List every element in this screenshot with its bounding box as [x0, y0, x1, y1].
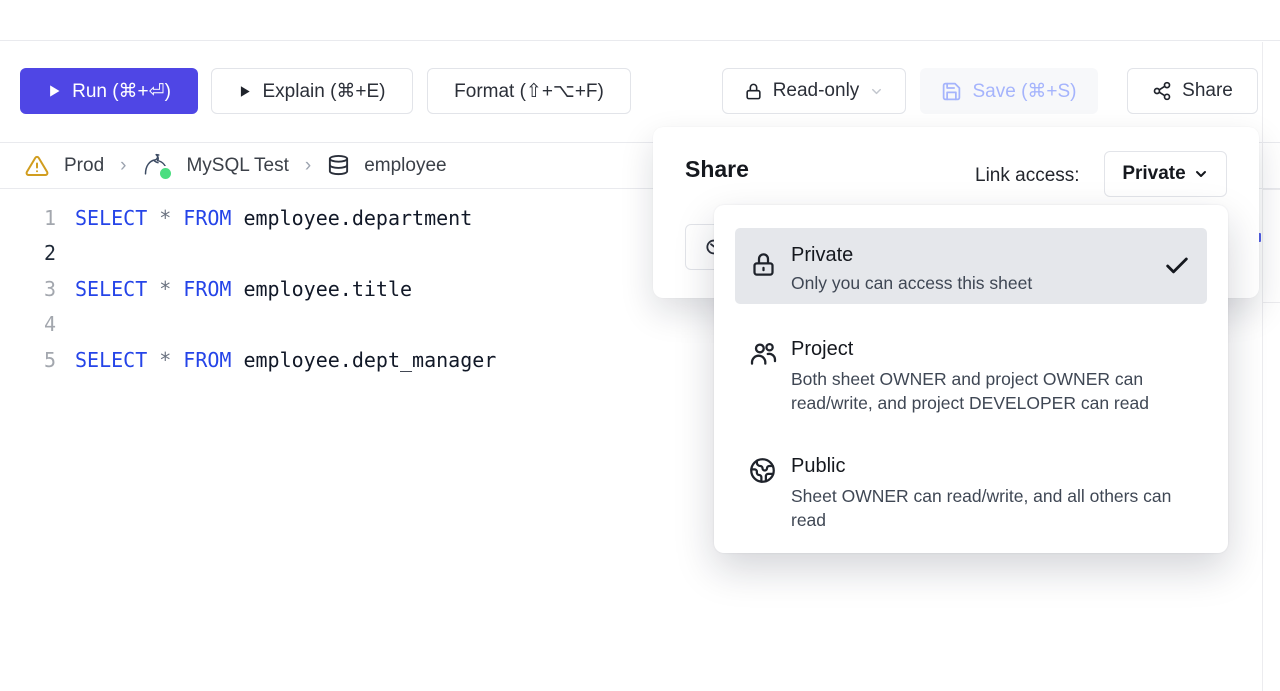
instance-label: MySQL Test: [186, 155, 288, 177]
breadcrumb-item-environment[interactable]: Prod: [24, 154, 104, 178]
right-panel-line: [1262, 189, 1280, 190]
line-number: 4: [0, 307, 56, 342]
explain-button-label: Explain (⌘+E): [262, 80, 385, 103]
instance-status-dot: [158, 166, 173, 181]
option-title: Public: [791, 453, 845, 479]
breadcrumb-separator: ›: [120, 155, 126, 177]
chevron-down-icon: [1193, 166, 1209, 182]
code-line[interactable]: 5 SELECT * FROM employee.dept_manager: [0, 343, 650, 378]
code-line[interactable]: 2: [0, 236, 650, 271]
format-button-label: Format (⇧+⌥+F): [454, 80, 604, 103]
run-button-label: Run (⌘+⏎): [72, 80, 171, 103]
database-label: employee: [364, 155, 446, 177]
code-line[interactable]: 1 SELECT * FROM employee.department: [0, 201, 650, 236]
right-panel-divider: [1262, 42, 1263, 691]
code-line[interactable]: 3 SELECT * FROM employee.title: [0, 272, 650, 307]
floppy-disk-icon: [941, 81, 962, 102]
sql-keyword: FROM: [183, 272, 231, 307]
line-number: 5: [0, 343, 56, 378]
run-button[interactable]: Run (⌘+⏎): [20, 68, 198, 114]
sql-keyword: SELECT: [75, 343, 147, 378]
save-button-label: Save (⌘+S): [972, 80, 1076, 103]
lock-icon: [750, 251, 777, 283]
option-description: Sheet OWNER can read/write, and all othe…: [791, 485, 1201, 532]
explain-button[interactable]: Explain (⌘+E): [211, 68, 413, 114]
menu-option-private[interactable]: Private Only you can access this sheet: [735, 228, 1207, 304]
top-bar: [0, 0, 1280, 41]
link-access-menu: Private Only you can access this sheet P…: [714, 205, 1228, 553]
readonly-label: Read-only: [773, 80, 860, 102]
environment-label: Prod: [64, 155, 104, 177]
menu-option-project[interactable]: Project Both sheet OWNER and project OWN…: [735, 336, 1207, 442]
readonly-mode-dropdown[interactable]: Read-only: [722, 68, 906, 114]
mysql-dolphin-icon: [142, 152, 172, 180]
sql-keyword: FROM: [183, 201, 231, 236]
warning-triangle-icon: [24, 154, 50, 178]
sql-keyword: SELECT: [75, 201, 147, 236]
sql-identifier: employee.department: [243, 201, 472, 236]
option-title: Project: [791, 336, 853, 362]
line-number: 1: [0, 201, 56, 236]
breadcrumb-item-database[interactable]: employee: [327, 154, 446, 177]
sql-star: *: [159, 343, 171, 378]
link-access-label: Link access:: [975, 165, 1080, 187]
lock-icon: [744, 82, 763, 101]
save-button[interactable]: Save (⌘+S): [920, 68, 1098, 114]
option-description: Both sheet OWNER and project OWNER canre…: [791, 368, 1201, 415]
link-access-value: Private: [1122, 163, 1185, 185]
share-button[interactable]: Share: [1127, 68, 1258, 114]
users-icon: [749, 340, 778, 374]
code-line[interactable]: 4: [0, 307, 650, 342]
option-title: Private: [791, 242, 853, 268]
sql-star: *: [159, 201, 171, 236]
share-button-label: Share: [1182, 80, 1233, 102]
line-number: 3: [0, 272, 56, 307]
play-icon: [238, 84, 252, 99]
sql-identifier: employee.dept_manager: [243, 343, 496, 378]
option-description: Only you can access this sheet: [791, 272, 1032, 296]
breadcrumb-item-instance[interactable]: MySQL Test: [142, 152, 288, 180]
link-access-dropdown[interactable]: Private: [1104, 151, 1227, 197]
chevron-down-icon: [869, 84, 884, 99]
database-cylinder-icon: [327, 154, 350, 177]
sql-keyword: FROM: [183, 343, 231, 378]
share-nodes-icon: [1152, 81, 1172, 101]
sql-star: *: [159, 272, 171, 307]
format-button[interactable]: Format (⇧+⌥+F): [427, 68, 631, 114]
breadcrumb-separator: ›: [305, 155, 311, 177]
sql-identifier: employee.title: [243, 272, 412, 307]
sql-editor[interactable]: 1 SELECT * FROM employee.department 2 3 SEL…: [0, 190, 650, 590]
sql-keyword: SELECT: [75, 272, 147, 307]
menu-option-public[interactable]: Public Sheet OWNER can read/write, and a…: [735, 453, 1207, 549]
play-icon: [47, 83, 62, 99]
right-panel-line: [1262, 302, 1280, 303]
globe-icon: [749, 457, 776, 489]
check-icon: [1163, 252, 1191, 285]
share-popover-title: Share: [685, 156, 749, 183]
line-number-active: 2: [0, 236, 56, 271]
